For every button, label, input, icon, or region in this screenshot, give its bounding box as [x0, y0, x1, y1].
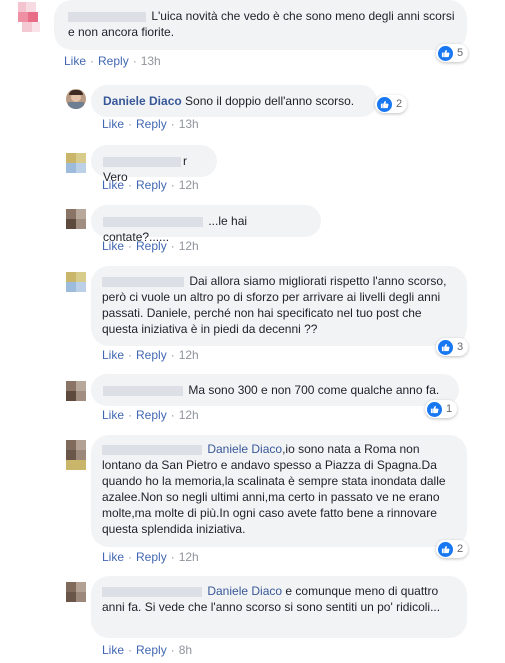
- comment: Daniele Diaco Sono il doppio dell'anno s…: [0, 82, 505, 134]
- like-link[interactable]: Like: [102, 178, 124, 192]
- reply-link[interactable]: Reply: [98, 54, 129, 68]
- comment-text: Ma sono 300 e non 700 come qualche anno …: [188, 383, 440, 397]
- comment-actions: Like · Reply · 8h: [102, 643, 193, 657]
- timestamp[interactable]: 13h: [141, 54, 161, 68]
- thumbs-up-icon: [438, 45, 453, 61]
- comment-bubble: Daniele Diaco e comunque meno di quattro…: [91, 576, 467, 638]
- reaction-count[interactable]: 2: [436, 540, 469, 558]
- like-link[interactable]: Like: [64, 54, 86, 68]
- comment-bubble: Dai allora siamo migliorati rispetto l'a…: [91, 266, 467, 346]
- thumbs-up-icon: [427, 401, 442, 417]
- timestamp[interactable]: 12h: [179, 178, 199, 192]
- comment-text: ,io sono nata a Roma non lontano da San …: [102, 442, 446, 536]
- comment: Dai allora siamo migliorati rispetto l'a…: [0, 264, 505, 364]
- comment-actions: Like · Reply · 12h: [102, 550, 199, 564]
- avatar[interactable]: [66, 153, 86, 173]
- author-name[interactable]: [103, 385, 183, 396]
- reply-link[interactable]: Reply: [136, 348, 167, 362]
- reaction-count[interactable]: 2: [375, 95, 408, 113]
- like-link[interactable]: Like: [102, 348, 124, 362]
- avatar[interactable]: [66, 582, 86, 602]
- avatar[interactable]: [66, 440, 86, 460]
- mention-link[interactable]: Daniele Diaco: [207, 584, 282, 598]
- reply-link[interactable]: Reply: [136, 117, 167, 131]
- author-name[interactable]: [102, 444, 202, 455]
- comment-actions: Like · Reply · 12h: [102, 408, 199, 422]
- reaction-count[interactable]: 5: [436, 44, 469, 62]
- comment-bubble: Daniele Diaco Sono il doppio dell'anno s…: [91, 85, 377, 117]
- author-name[interactable]: [103, 216, 203, 227]
- comment-text: Sono il doppio dell'anno scorso.: [185, 94, 355, 108]
- timestamp[interactable]: 8h: [179, 643, 192, 657]
- like-link[interactable]: Like: [102, 239, 124, 253]
- comment-bubble: Daniele Diaco,io sono nata a Roma non lo…: [91, 435, 467, 547]
- comment: Daniele Diaco,io sono nata a Roma non lo…: [0, 434, 505, 566]
- mention-link[interactable]: Daniele Diaco: [207, 442, 282, 456]
- comment-actions: Like · Reply · 12h: [102, 348, 199, 362]
- timestamp[interactable]: 12h: [179, 550, 199, 564]
- thumbs-up-icon: [438, 339, 453, 355]
- comment-bubble: L'uica novità che vedo è che sono meno d…: [54, 0, 467, 50]
- timestamp[interactable]: 12h: [179, 239, 199, 253]
- avatar[interactable]: [66, 209, 86, 229]
- avatar[interactable]: [66, 89, 86, 109]
- avatar[interactable]: [66, 272, 86, 292]
- reaction-count[interactable]: 1: [425, 400, 458, 418]
- comment: ...le hai contate?...... Like · Reply · 12h: [0, 204, 505, 256]
- comment-actions: Like · Reply · 13h: [102, 117, 199, 131]
- comment-bubble: r Vero: [91, 145, 217, 184]
- timestamp[interactable]: 12h: [179, 408, 199, 422]
- reply-link[interactable]: Reply: [136, 550, 167, 564]
- author-name[interactable]: [68, 11, 146, 22]
- like-link[interactable]: Like: [102, 117, 124, 131]
- reply-link[interactable]: Reply: [136, 643, 167, 657]
- timestamp[interactable]: 13h: [179, 117, 199, 131]
- reply-link[interactable]: Reply: [136, 239, 167, 253]
- like-link[interactable]: Like: [102, 550, 124, 564]
- comment-actions: Like · Reply · 12h: [102, 239, 199, 253]
- thumbs-up-icon: [377, 96, 392, 112]
- like-link[interactable]: Like: [102, 408, 124, 422]
- author-name[interactable]: [103, 156, 181, 167]
- comment-actions: Like · Reply · 13h: [64, 54, 161, 68]
- comment: L'uica novità che vedo è che sono meno d…: [0, 0, 505, 70]
- avatar[interactable]: [66, 381, 86, 401]
- comment: Ma sono 300 e non 700 come qualche anno …: [0, 373, 505, 425]
- avatar-sub: [66, 460, 86, 470]
- author-name[interactable]: [102, 276, 184, 287]
- reply-link[interactable]: Reply: [136, 408, 167, 422]
- timestamp[interactable]: 12h: [179, 348, 199, 362]
- reaction-count[interactable]: 3: [436, 338, 469, 356]
- like-link[interactable]: Like: [102, 643, 124, 657]
- avatar[interactable]: [18, 2, 44, 38]
- thumbs-up-icon: [438, 541, 453, 557]
- comment-bubble: ...le hai contate?......: [91, 205, 321, 244]
- comment: r Vero Like · Reply · 12h: [0, 143, 505, 195]
- comment-bubble: Ma sono 300 e non 700 come qualche anno …: [91, 374, 459, 406]
- reply-link[interactable]: Reply: [136, 178, 167, 192]
- comment-actions: Like · Reply · 12h: [102, 178, 199, 192]
- author-name[interactable]: [102, 586, 202, 597]
- comment: Daniele Diaco e comunque meno di quattro…: [0, 574, 505, 663]
- author-name[interactable]: Daniele Diaco: [103, 94, 182, 108]
